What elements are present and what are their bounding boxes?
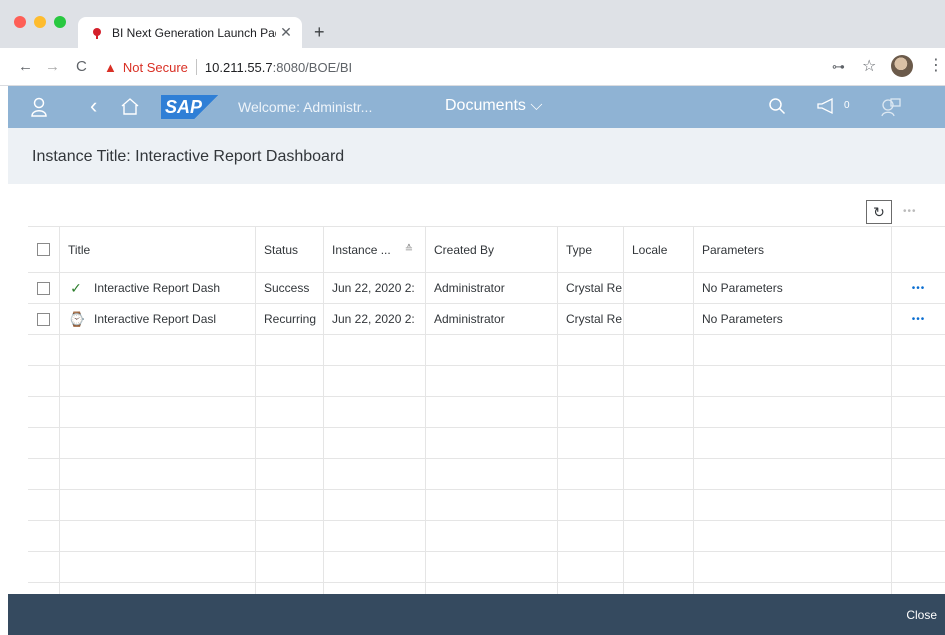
- row-select-cell: [28, 273, 60, 303]
- locale-cell: [624, 273, 694, 303]
- empty-row: [28, 335, 945, 366]
- title-cell[interactable]: ⌚ Interactive Report Dasl: [60, 304, 256, 334]
- instance-time-cell: Jun 22, 2020 2:: [324, 273, 426, 303]
- url-path: :8080/BOE/BI: [272, 59, 353, 75]
- parameters-cell: No Parameters: [694, 273, 892, 303]
- user-icon[interactable]: [30, 97, 48, 117]
- instances-table: Title Status Instance ... ≙ Created By Ty…: [28, 226, 945, 614]
- page-title: Instance Title: Interactive Report Dashb…: [32, 148, 345, 165]
- documents-menu[interactable]: Documents ⌵: [445, 97, 543, 115]
- browser-tab-strip: BI Next Generation Launch Pad ✕ +: [0, 0, 945, 48]
- sap-logo[interactable]: SAP: [161, 95, 219, 119]
- url-separator: [195, 59, 197, 75]
- created-by-cell: Administrator: [426, 273, 558, 303]
- row-select-cell: [28, 304, 60, 334]
- table-row[interactable]: ✓ Interactive Report Dash Success Jun 22,…: [28, 273, 945, 304]
- row-more-icon[interactable]: •••: [912, 314, 926, 325]
- column-header-instance[interactable]: Instance ... ≙: [324, 227, 426, 272]
- column-header-locale[interactable]: Locale: [624, 227, 694, 272]
- row-actions-cell: •••: [892, 273, 945, 303]
- refresh-button[interactable]: ↻: [866, 200, 892, 224]
- back-chevron-icon[interactable]: ‹: [90, 93, 97, 119]
- sap-favicon-icon: [93, 27, 101, 39]
- row-checkbox[interactable]: [37, 312, 50, 326]
- close-button[interactable]: Close: [906, 608, 937, 622]
- row-more-icon[interactable]: •••: [912, 283, 926, 294]
- sap-shell-bar: ‹ SAP Welcome: Administr... Documents ⌵ …: [8, 86, 945, 128]
- status-cell: Recurring: [256, 304, 324, 334]
- empty-row: [28, 366, 945, 397]
- warning-triangle-icon: ▲: [104, 59, 117, 75]
- table-row[interactable]: ⌚ Interactive Report Dasl Recurring Jun 2…: [28, 304, 945, 335]
- empty-row: [28, 397, 945, 428]
- column-header-parameters[interactable]: Parameters: [694, 227, 892, 272]
- table-header-row: Title Status Instance ... ≙ Created By Ty…: [28, 227, 945, 273]
- type-cell: Crystal Re: [558, 273, 624, 303]
- row-actions-cell: •••: [892, 304, 945, 334]
- dialog-footer: Close: [8, 594, 945, 635]
- success-check-icon: ✓: [70, 279, 82, 296]
- browser-address-bar: ← → C ▲ Not Secure 10.211.55.7 :8080/BOE…: [0, 48, 945, 86]
- new-tab-button[interactable]: +: [314, 22, 325, 43]
- column-header-type[interactable]: Type: [558, 227, 624, 272]
- empty-row: [28, 521, 945, 552]
- megaphone-icon[interactable]: [816, 97, 838, 115]
- notification-count: 0: [844, 100, 850, 111]
- select-all-cell: [28, 227, 60, 272]
- page-header: Instance Title: Interactive Report Dashb…: [8, 128, 945, 184]
- bookmark-star-icon[interactable]: ☆: [862, 56, 876, 76]
- forward-arrow-icon[interactable]: →: [45, 58, 60, 75]
- toolbar-more-icon[interactable]: •••: [903, 206, 917, 217]
- title-cell[interactable]: ✓ Interactive Report Dash: [60, 273, 256, 303]
- empty-row: [28, 490, 945, 521]
- browser-tab[interactable]: BI Next Generation Launch Pad ✕: [78, 17, 302, 48]
- status-cell: Success: [256, 273, 324, 303]
- created-by-cell: Administrator: [426, 304, 558, 334]
- column-header-actions: [892, 227, 945, 272]
- reload-icon[interactable]: C: [76, 58, 87, 75]
- search-icon[interactable]: [768, 97, 786, 115]
- empty-row: [28, 552, 945, 583]
- select-all-checkbox[interactable]: [37, 243, 50, 256]
- back-arrow-icon[interactable]: ←: [18, 58, 33, 75]
- recurring-clock-icon: ⌚: [68, 310, 86, 327]
- copilot-icon[interactable]: [880, 97, 902, 117]
- instance-title-text: Interactive Report Dasl: [94, 312, 217, 326]
- column-header-created-by[interactable]: Created By: [426, 227, 558, 272]
- window-minimize-control[interactable]: [34, 16, 46, 28]
- profile-avatar[interactable]: [891, 55, 913, 77]
- parameters-cell: No Parameters: [694, 304, 892, 334]
- instance-time-cell: Jun 22, 2020 2:: [324, 304, 426, 334]
- tab-close-icon[interactable]: ✕: [276, 24, 296, 41]
- empty-row: [28, 428, 945, 459]
- browser-menu-icon[interactable]: ⋮: [928, 55, 944, 75]
- type-cell: Crystal Re: [558, 304, 624, 334]
- window-close-control[interactable]: [14, 16, 26, 28]
- home-icon[interactable]: [120, 97, 140, 115]
- sort-icon[interactable]: ≙: [405, 244, 413, 255]
- tab-title: BI Next Generation Launch Pad: [112, 25, 276, 40]
- welcome-text: Welcome: Administr...: [238, 99, 373, 115]
- locale-cell: [624, 304, 694, 334]
- password-key-icon[interactable]: ⊶: [832, 59, 845, 75]
- url-field[interactable]: ▲ Not Secure 10.211.55.7 :8080/BOE/BI: [104, 57, 352, 77]
- column-header-status[interactable]: Status: [256, 227, 324, 272]
- instance-title-text: Interactive Report Dash: [94, 281, 221, 295]
- security-warning[interactable]: Not Secure: [123, 60, 188, 75]
- empty-row: [28, 459, 945, 490]
- window-zoom-control[interactable]: [54, 16, 66, 28]
- row-checkbox[interactable]: [37, 281, 50, 295]
- column-header-title[interactable]: Title: [60, 227, 256, 272]
- url-host: 10.211.55.7: [204, 59, 273, 75]
